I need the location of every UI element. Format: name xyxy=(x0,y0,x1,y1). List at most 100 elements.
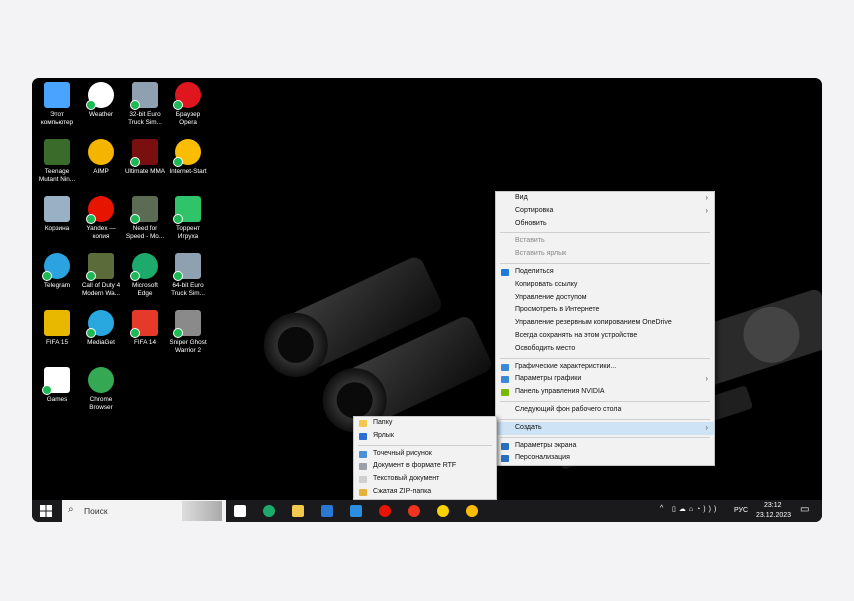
desktop-icon-20[interactable]: Games xyxy=(36,367,78,404)
menu-item-label: Вставить ярлык xyxy=(515,250,567,258)
menu-item[interactable]: Всегда сохранять на этом устройстве xyxy=(496,330,714,343)
sync-check-icon xyxy=(130,271,140,281)
mail-icon[interactable] xyxy=(350,505,362,517)
edge-icon xyxy=(130,253,158,281)
nfs-game-icon xyxy=(130,196,158,224)
search-input[interactable]: Поиск xyxy=(84,506,108,516)
yandex-market-icon[interactable] xyxy=(437,505,449,517)
tray-chevron-icon[interactable]: ^ xyxy=(660,505,663,512)
desktop-icon-10[interactable]: Need for Speed - Mo... xyxy=(124,196,166,240)
recycle-bin-icon xyxy=(44,196,70,222)
desktop-icon-15[interactable]: 64-bit Euro Truck Sim... xyxy=(167,253,209,297)
chrome-icon[interactable] xyxy=(466,505,478,517)
desktop-icon-16[interactable]: FIFA 15 xyxy=(36,310,78,347)
start-button[interactable] xyxy=(40,505,52,517)
notifications-icon[interactable]: ▭ xyxy=(800,504,809,515)
sync-check-icon xyxy=(86,328,96,338)
menu-item[interactable]: Управление доступом xyxy=(496,292,714,305)
menu-item[interactable]: Сжатая ZIP-папка xyxy=(354,486,496,499)
menu-item[interactable]: Просмотреть в Интернете xyxy=(496,304,714,317)
desktop-icon-14[interactable]: Microsoft Edge xyxy=(124,253,166,297)
intel-graphics-icon xyxy=(501,363,509,371)
menu-item[interactable]: Вид › xyxy=(496,192,714,205)
sync-check-icon xyxy=(173,328,183,338)
desktop-icon-0[interactable]: Этот компьютер xyxy=(36,82,78,126)
menu-separator xyxy=(500,232,710,234)
language-indicator[interactable]: РУС xyxy=(734,507,748,514)
desktop-icon-label: MediaGet xyxy=(87,339,115,346)
menu-item[interactable]: Точечный рисунок xyxy=(354,448,496,461)
menu-separator xyxy=(500,436,710,438)
menu-item[interactable]: Создать › xyxy=(496,421,714,435)
desktop-icon-13[interactable]: Call of Duty 4 Modern Wa... xyxy=(80,253,122,297)
menu-item[interactable]: Документ в формате RTF xyxy=(354,460,496,473)
chevron-right-icon: › xyxy=(705,374,708,384)
desktop-icon-4[interactable]: Teenage Mutant Nin... xyxy=(36,139,78,183)
menu-item[interactable]: Поделиться xyxy=(496,266,714,279)
desktop-icon-label: FIFA 14 xyxy=(133,339,157,346)
menu-item-label: Управление резервным копированием OneDri… xyxy=(515,319,672,327)
menu-separator xyxy=(500,357,710,359)
menu-item[interactable]: Текстовый документ xyxy=(354,473,496,486)
desktop-icon-1[interactable]: Weather xyxy=(80,82,122,119)
desktop-icon-17[interactable]: MediaGet xyxy=(80,310,122,347)
yandex-browser-icon[interactable] xyxy=(379,505,391,517)
desktop-icon-11[interactable]: Торрент Игруха xyxy=(167,196,209,240)
yandex-icon[interactable] xyxy=(408,505,420,517)
menu-item-label: Копировать ссылку xyxy=(515,280,578,288)
menu-item[interactable]: Управление резервным копированием OneDri… xyxy=(496,317,714,330)
clock-time[interactable]: 23:12 xyxy=(764,502,782,509)
menu-item[interactable]: Ярлык xyxy=(354,430,496,443)
sync-check-icon xyxy=(130,100,140,110)
menu-item-label: Вставить xyxy=(515,237,545,245)
desktop-icon-label: Браузер Opera xyxy=(175,111,201,126)
menu-item-label: Управление доступом xyxy=(515,293,587,301)
clock-date[interactable]: 23.12.2023 xyxy=(756,512,791,519)
menu-item[interactable]: Графические характеристики... xyxy=(496,361,714,374)
desktop-icon-label: Chrome Browser xyxy=(89,396,113,411)
desktop-icon-18[interactable]: FIFA 14 xyxy=(124,310,166,347)
menu-item[interactable]: Папку xyxy=(354,417,496,430)
desktop-icon-5[interactable]: AIMP xyxy=(80,139,122,176)
menu-item[interactable]: Панель управления NVIDIA xyxy=(496,386,714,399)
desktop-icon-label: AIMP xyxy=(93,168,109,175)
menu-item-label: Освободить место xyxy=(515,344,576,352)
desktop-icon-7[interactable]: Internet-Start xyxy=(167,139,209,176)
desktop-icon-6[interactable]: Ultimate MMA xyxy=(124,139,166,176)
tray-icons[interactable]: ▯☁⌂◔))) xyxy=(672,505,719,513)
menu-item[interactable]: Следующий фон рабочего стола xyxy=(496,404,714,417)
task-view-icon[interactable] xyxy=(234,505,246,517)
desktop-icon-21[interactable]: Chrome Browser xyxy=(80,367,122,411)
menu-item[interactable]: Обновить xyxy=(496,218,714,231)
sync-check-icon xyxy=(173,157,183,167)
desktop-icon-9[interactable]: Yandex — копия xyxy=(80,196,122,240)
menu-item[interactable]: Сортировка › xyxy=(496,205,714,218)
chevron-right-icon: › xyxy=(705,205,708,215)
menu-separator xyxy=(358,444,492,446)
menu-item[interactable]: Персонализация xyxy=(496,452,714,465)
menu-item[interactable]: Освободить место xyxy=(496,343,714,356)
desktop-icon-2[interactable]: 32-bit Euro Truck Sim... xyxy=(124,82,166,126)
taskbar-search-box[interactable]: ⌕ Поиск xyxy=(62,500,226,522)
weather-icon xyxy=(86,82,114,110)
edge-icon[interactable] xyxy=(263,505,275,517)
desktop-icon-8[interactable]: Корзина xyxy=(36,196,78,233)
store-icon[interactable] xyxy=(321,505,333,517)
desktop-icon-3[interactable]: Браузер Opera xyxy=(167,82,209,126)
file-explorer-icon[interactable] xyxy=(292,505,304,517)
desktop-icon-12[interactable]: Telegram xyxy=(36,253,78,290)
chrome-icon xyxy=(173,139,201,167)
rtf-doc-icon xyxy=(359,463,367,471)
mediaget-icon xyxy=(86,310,114,338)
menu-item[interactable]: Копировать ссылку xyxy=(496,279,714,292)
desktop-icon-label: Корзина xyxy=(44,225,70,232)
menu-item[interactable]: Параметры графики › xyxy=(496,373,714,386)
mma-game-icon xyxy=(130,139,158,167)
sync-check-icon xyxy=(173,214,183,224)
desktop-icon-label: Ultimate MMA xyxy=(124,168,166,175)
menu-item[interactable]: Параметры экрана xyxy=(496,440,714,453)
personalization-icon xyxy=(501,455,509,463)
desktop-icon-19[interactable]: Sniper Ghost Warrior 2 xyxy=(167,310,209,354)
menu-item-label: Создать xyxy=(515,423,542,431)
yandex-icon xyxy=(86,196,114,224)
